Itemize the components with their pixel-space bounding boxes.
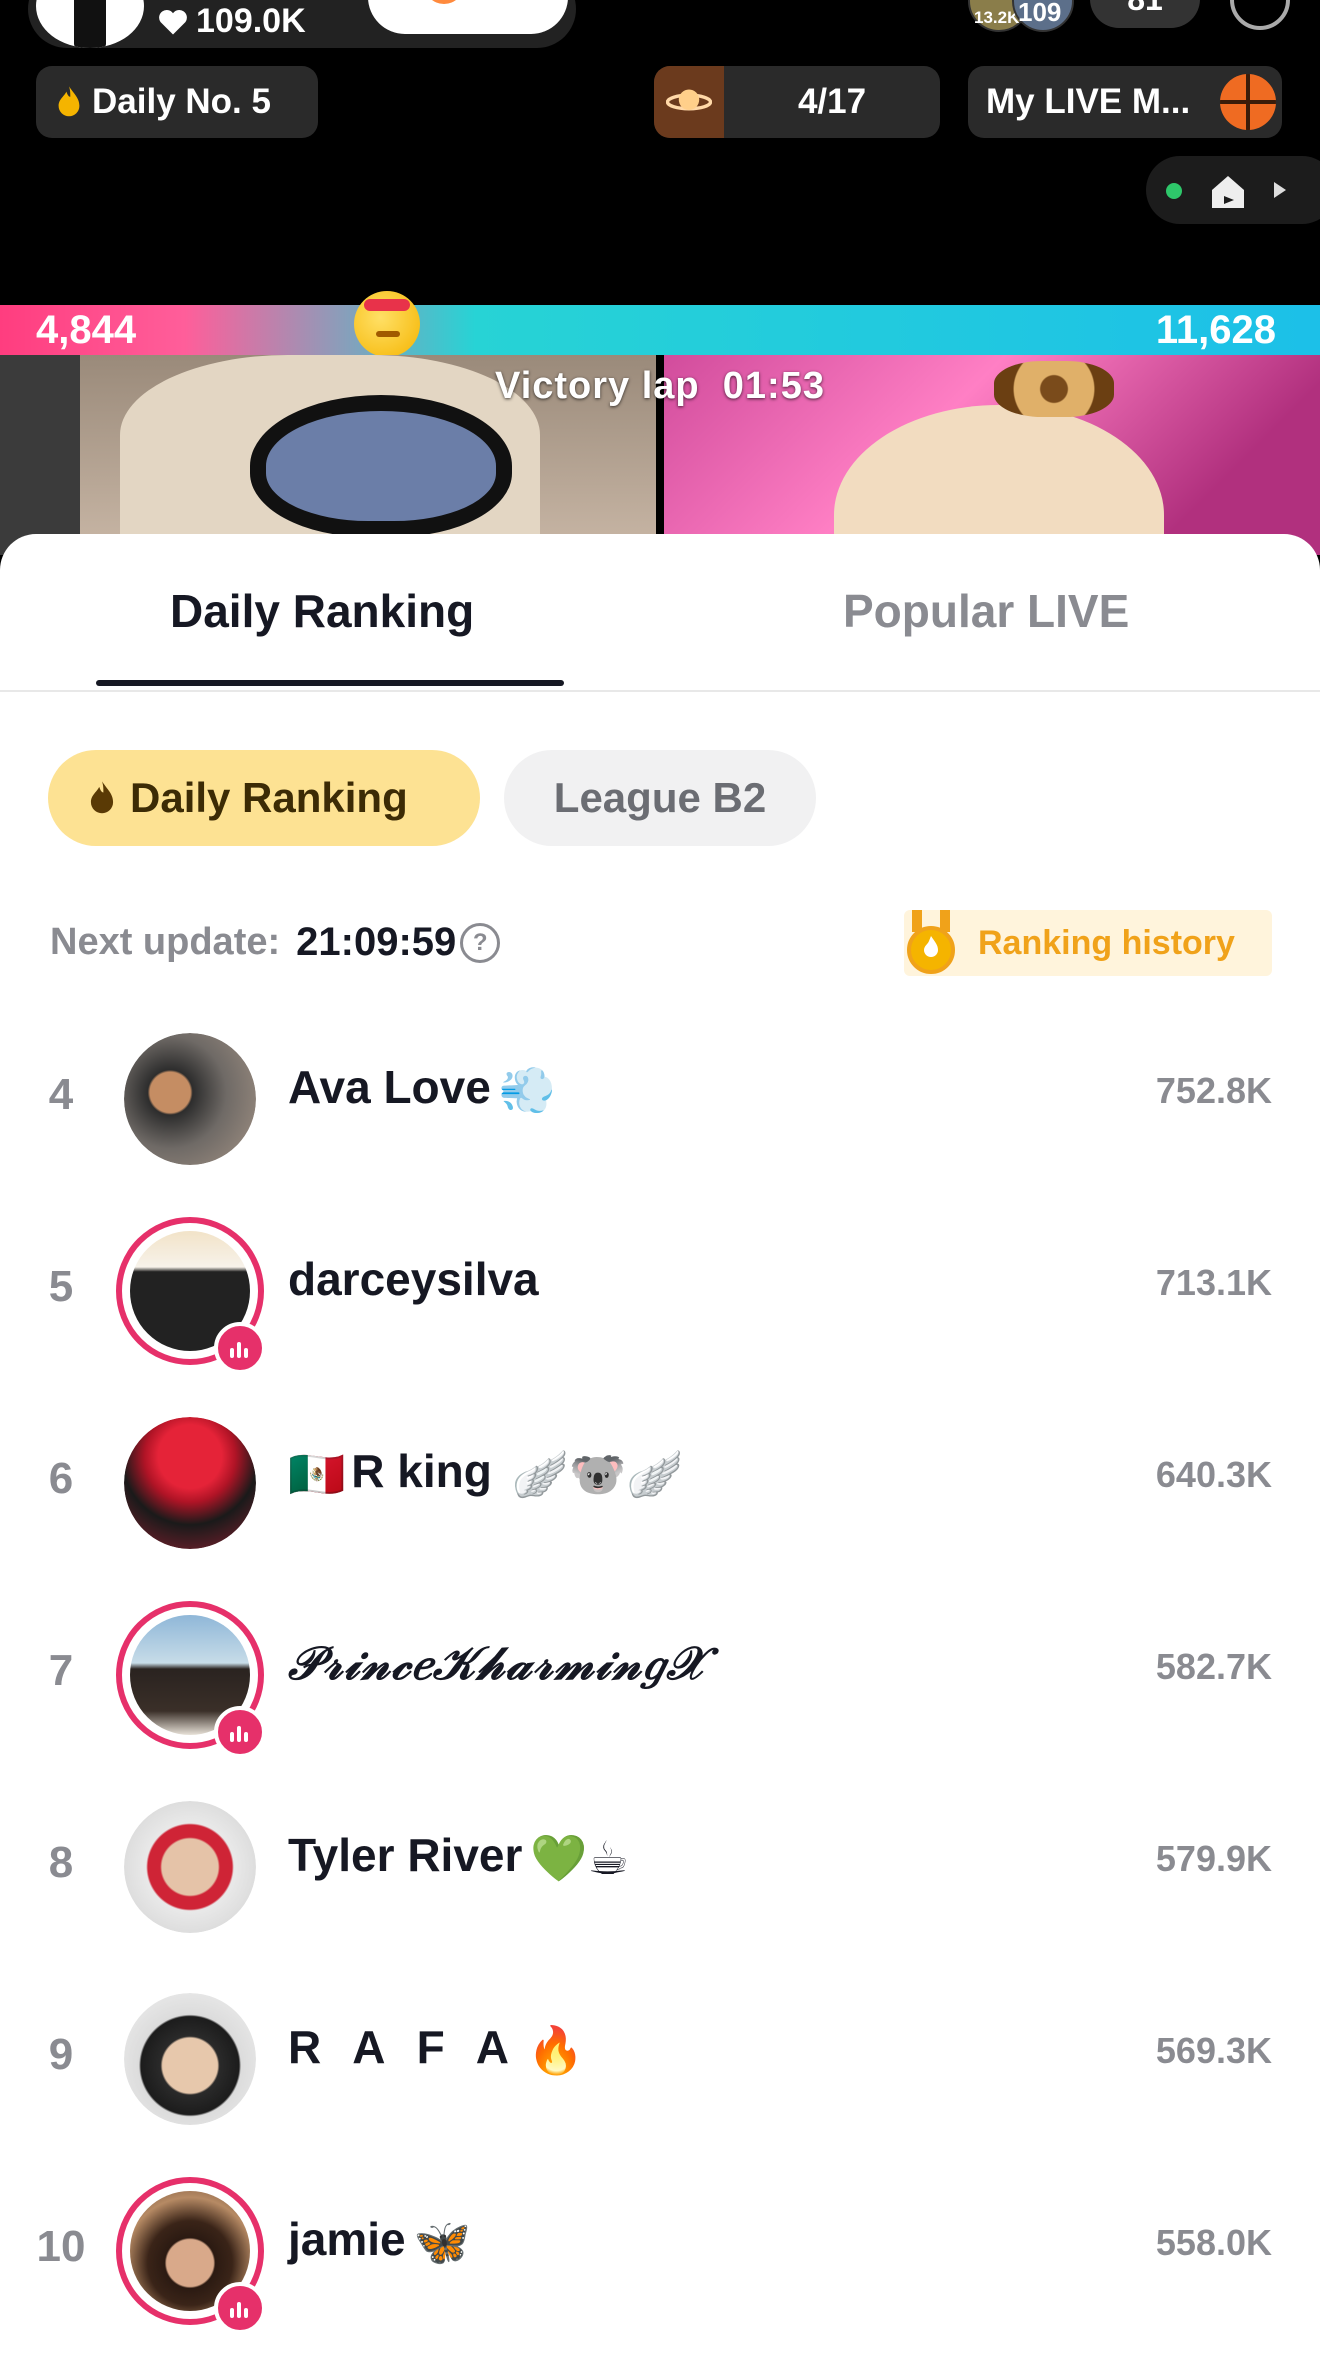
ranking-row[interactable]: 10 jamie 🦋 558.0K [0, 2152, 1320, 2344]
ranking-row[interactable]: 6 🇲🇽 R king 🪽🐨🪽 640.3K [0, 1384, 1320, 1576]
rank-number: 8 [48, 1838, 74, 1887]
planet-icon [654, 66, 724, 138]
online-dot-icon [1166, 183, 1182, 199]
battle-video[interactable]: Victory lap 01:53 [0, 355, 1320, 555]
planet-progress-pill[interactable]: 4/17 [654, 66, 940, 138]
heart-icon [159, 9, 187, 34]
flame-icon [58, 86, 80, 117]
live-badge-icon [214, 1706, 266, 1758]
live-badge-icon [214, 1322, 266, 1374]
my-live-label: My LIVE M... [986, 82, 1191, 121]
follow-count: 176 [484, 0, 534, 2]
username-text: R king [351, 1445, 492, 1497]
my-live-pill[interactable]: My LIVE M... [968, 66, 1282, 138]
username-text: jamie [288, 2213, 406, 2265]
ranking-history-button[interactable]: Ranking history [904, 910, 1272, 976]
chip-daily-ranking[interactable]: Daily Ranking [48, 750, 480, 846]
battle-left-score: 4,844 [36, 308, 137, 352]
host-likes-count: 109.0K [196, 2, 306, 40]
viewer-badge: 13.2K [974, 8, 1020, 27]
active-tab-indicator [96, 680, 564, 686]
home-icon[interactable] [1208, 172, 1248, 210]
score: 569.3K [1155, 2030, 1272, 2071]
rank-number: 9 [48, 2030, 74, 2079]
host-likes: 109.0K [158, 2, 306, 41]
viewer-badge: 109 [1018, 0, 1062, 27]
username-text: R A F A [288, 2021, 519, 2073]
battle-right-score: 11,628 [1155, 308, 1276, 352]
medal-icon [907, 910, 955, 974]
score: 640.3K [1155, 1454, 1272, 1495]
tab-daily-ranking[interactable]: Daily Ranking [170, 584, 474, 638]
ranking-sheet: Daily Ranking Popular LIVE Daily Ranking… [0, 534, 1320, 2354]
flag-emoji: 🇲🇽 [288, 1448, 346, 1501]
avatar[interactable] [124, 1993, 256, 2125]
username-emoji: 💚☕ [530, 1832, 629, 1885]
username-text: Tyler River [288, 1829, 523, 1881]
live-controls-pill[interactable] [1146, 156, 1320, 224]
victory-time: 01:53 [722, 365, 825, 407]
live-badge-icon [214, 2282, 266, 2334]
username[interactable]: jamie 🦋 [288, 2212, 471, 2270]
ranking-history-label: Ranking history [978, 923, 1235, 962]
next-update-label: Next update: [50, 921, 281, 963]
follow-heart-icon [424, 0, 464, 4]
ranking-row[interactable]: 8 Tyler River 💚☕ 579.9K [0, 1768, 1320, 1960]
username[interactable]: Tyler River 💚☕ [288, 1828, 629, 1886]
username[interactable]: R A F A 🔥 [288, 2020, 594, 2078]
close-icon[interactable] [1230, 0, 1290, 30]
daily-rank-pill[interactable]: Daily No. 5 [36, 66, 318, 138]
battle-score-bar: 4,844 11,628 [0, 291, 1320, 357]
username[interactable]: Ava Love 💨 [288, 1060, 556, 1118]
rank-number: 6 [48, 1454, 74, 1503]
follow-button[interactable]: 176 [368, 0, 568, 34]
username-emoji: 💨 [498, 1064, 557, 1117]
rank-number: 4 [48, 1070, 74, 1119]
live-stream-header: 109.0K 176 13.2K 109 81 Daily No. 5 4/17… [0, 0, 1320, 305]
viewer-avatar[interactable]: 109 [1012, 0, 1074, 32]
flame-icon [90, 781, 114, 814]
score: 582.7K [1155, 1646, 1272, 1687]
username[interactable]: 🇲🇽 R king 🪽🐨🪽 [288, 1444, 684, 1502]
username[interactable]: darceysilva [288, 1252, 539, 1306]
next-update: Next update: 21:09:59 ? [50, 920, 501, 965]
score: 713.1K [1155, 1262, 1272, 1303]
tab-popular-live[interactable]: Popular LIVE [843, 584, 1129, 638]
chip-daily-label: Daily Ranking [130, 774, 408, 821]
help-icon[interactable]: ? [460, 922, 501, 963]
viewer-count[interactable]: 81 [1090, 0, 1200, 28]
username-emoji: 🪽🐨🪽 [511, 1448, 684, 1501]
avatar[interactable] [124, 1417, 256, 1549]
play-arrow-icon[interactable] [1274, 182, 1286, 198]
username[interactable]: 𝒫𝓇𝒾𝓃𝒸𝑒𝒦𝒽𝒶𝓇𝓂𝒾𝓃𝑔𝒳 [288, 1636, 708, 1692]
chip-league[interactable]: League B2 [504, 750, 816, 846]
ranking-row[interactable]: 4 Ava Love 💨 752.8K [0, 1000, 1320, 1192]
victory-label: Victory lap [495, 365, 700, 407]
planet-progress: 4/17 [797, 82, 867, 121]
score: 752.8K [1155, 1070, 1272, 1111]
rank-number: 10 [36, 2222, 86, 2271]
score: 579.9K [1155, 1838, 1272, 1879]
score: 558.0K [1155, 2222, 1272, 2263]
ranking-tabs: Daily Ranking Popular LIVE [0, 534, 1320, 692]
daily-rank-label: Daily No. 5 [92, 82, 271, 121]
ranking-row[interactable]: 7 𝒫𝓇𝒾𝓃𝒸𝑒𝒦𝒽𝒶𝓇𝓂𝒾𝓃𝑔𝒳 582.7K [0, 1576, 1320, 1768]
basketball-icon [1220, 74, 1276, 130]
ranking-row[interactable]: 9 R A F A 🔥 569.3K [0, 1960, 1320, 2152]
avatar[interactable] [124, 1801, 256, 1933]
victory-lap-timer: Victory lap 01:53 [0, 365, 1320, 408]
rank-number: 7 [48, 1646, 74, 1695]
rank-number: 5 [48, 1262, 74, 1311]
ranking-row[interactable]: 5 darceysilva 713.1K [0, 1192, 1320, 1384]
username-text: Ava Love [288, 1061, 491, 1113]
username-emoji: 🔥 [526, 2024, 595, 2077]
username-emoji: 🦋 [413, 2216, 471, 2269]
next-update-time: 21:09:59 [296, 920, 457, 964]
battle-emoji-icon [354, 291, 420, 357]
avatar[interactable] [124, 1033, 256, 1165]
